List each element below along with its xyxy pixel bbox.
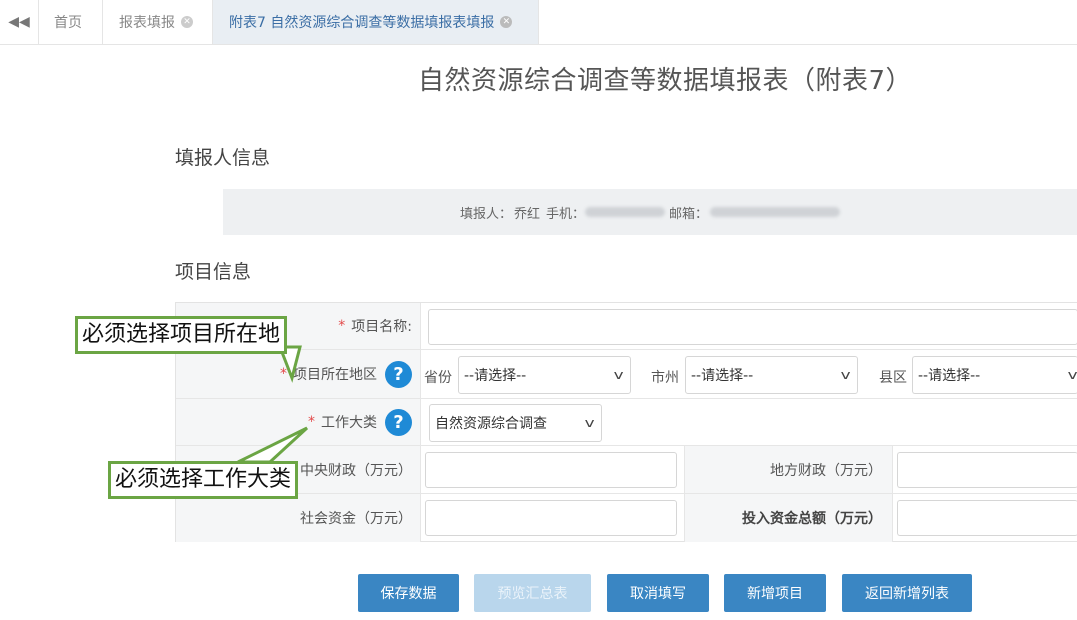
cancel-button[interactable]: 取消填写 bbox=[607, 574, 709, 612]
chevron-down-icon: v bbox=[613, 368, 624, 382]
province-select[interactable]: --请选择-- v bbox=[458, 356, 631, 394]
region-label: * 项目所在地区 ? bbox=[176, 350, 421, 398]
scroll-left-icon[interactable]: ◀◀ bbox=[0, 0, 39, 44]
total-fund-label: 投入资金总额（万元） bbox=[684, 494, 893, 542]
tab-report-fill[interactable]: 报表填报 ✕ bbox=[103, 0, 213, 44]
city-label: 市州 bbox=[651, 370, 679, 386]
category-label: * 工作大类 ? bbox=[176, 399, 421, 445]
tab-label: 报表填报 bbox=[119, 15, 175, 31]
filler-info-bar: 填报人： 乔红 手机： 邮箱： bbox=[223, 189, 1077, 235]
province-label: 省份 bbox=[424, 370, 452, 386]
email-label: 邮箱： bbox=[669, 206, 709, 222]
chevron-down-icon: v bbox=[1067, 368, 1077, 382]
chevron-down-icon: v bbox=[584, 416, 595, 430]
project-form: * 项目名称: * 项目所在地区 ? 省份 --请选择-- v 市州 --请选择… bbox=[175, 302, 1077, 542]
help-icon[interactable]: ? bbox=[385, 360, 412, 388]
filler-name: 乔红 bbox=[513, 206, 540, 222]
funding-row: 社会资金（万元） 投入资金总额（万元） bbox=[176, 494, 1077, 542]
tab-home[interactable]: 首页 bbox=[38, 0, 103, 44]
save-button[interactable]: 保存数据 bbox=[358, 574, 459, 612]
back-to-list-button[interactable]: 返回新增列表 bbox=[842, 574, 972, 612]
chevron-down-icon: v bbox=[840, 368, 851, 382]
project-name-row: * 项目名称: bbox=[176, 303, 1077, 350]
project-name-input[interactable] bbox=[428, 309, 1077, 345]
work-category-row: * 工作大类 ? 自然资源综合调查 v bbox=[176, 399, 1077, 446]
finance-row: 中央财政（万元） 地方财政（万元） bbox=[176, 446, 1077, 494]
filler-section-title: 填报人信息 bbox=[175, 147, 271, 169]
page-title: 自然资源综合调查等数据填报表（附表7） bbox=[418, 66, 913, 96]
filler-name-label: 填报人： bbox=[459, 206, 512, 222]
tab-bar: ◀◀ 首页 报表填报 ✕ 附表7 自然资源综合调查等数据填报表填报 ✕ bbox=[0, 0, 1077, 45]
project-section-title: 项目信息 bbox=[175, 261, 252, 283]
project-region-row: * 项目所在地区 ? 省份 --请选择-- v 市州 --请选择-- v 县区 … bbox=[176, 350, 1077, 399]
tab-label: 首页 bbox=[54, 15, 82, 31]
county-select[interactable]: --请选择-- v bbox=[912, 356, 1077, 394]
preview-summary-button[interactable]: 预览汇总表 bbox=[474, 574, 591, 612]
local-finance-label: 地方财政（万元） bbox=[684, 446, 893, 493]
tab-appendix7[interactable]: 附表7 自然资源综合调查等数据填报表填报 ✕ bbox=[213, 0, 539, 44]
phone-redacted bbox=[585, 207, 666, 217]
county-label: 县区 bbox=[879, 370, 907, 386]
region-callout: 必须选择项目所在地 bbox=[75, 316, 288, 354]
tab-label: 附表7 自然资源综合调查等数据填报表填报 bbox=[229, 15, 495, 31]
social-fund-input[interactable] bbox=[425, 500, 677, 536]
city-select[interactable]: --请选择-- v bbox=[685, 356, 858, 394]
local-finance-input[interactable] bbox=[897, 452, 1077, 488]
central-finance-input[interactable] bbox=[425, 452, 677, 488]
help-icon[interactable]: ? bbox=[385, 408, 412, 436]
social-fund-label: 社会资金（万元） bbox=[176, 494, 421, 542]
close-icon[interactable]: ✕ bbox=[181, 16, 193, 28]
close-icon[interactable]: ✕ bbox=[500, 16, 513, 28]
category-callout: 必须选择工作大类 bbox=[108, 461, 299, 499]
work-category-select[interactable]: 自然资源综合调查 v bbox=[429, 404, 602, 442]
add-project-button[interactable]: 新增项目 bbox=[724, 574, 826, 612]
total-fund-input[interactable] bbox=[897, 500, 1077, 536]
phone-label: 手机： bbox=[546, 206, 586, 222]
email-redacted bbox=[710, 207, 841, 217]
